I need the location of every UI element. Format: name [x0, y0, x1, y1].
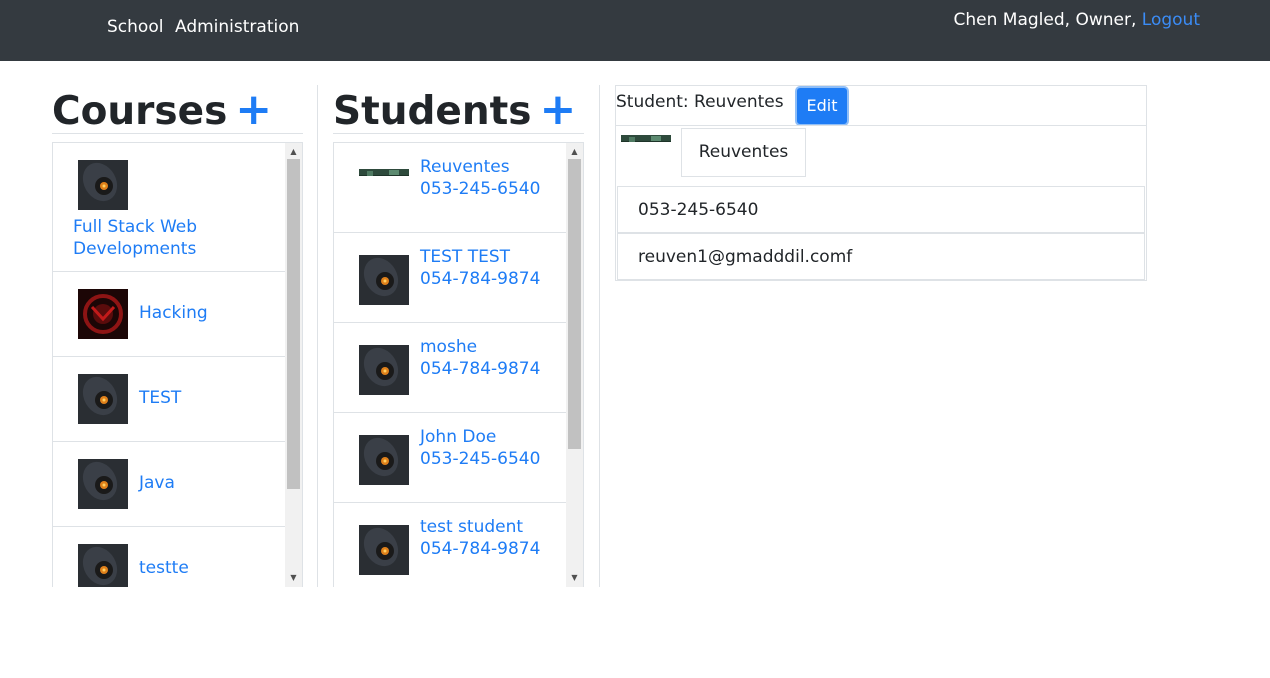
student-photo: [621, 131, 671, 142]
scroll-up-arrow-icon[interactable]: ▲: [566, 145, 583, 159]
course-item[interactable]: TEST: [53, 357, 285, 442]
student-phone[interactable]: 053-245-6540: [420, 448, 540, 470]
scroll-down-arrow-icon[interactable]: ▼: [285, 571, 302, 585]
scroll-up-arrow-icon[interactable]: ▲: [285, 145, 302, 159]
course-thumbnail: [78, 544, 128, 587]
student-thumbnail: [359, 435, 409, 485]
course-item[interactable]: testte: [53, 527, 285, 587]
detail-phone: 053-245-6540: [617, 186, 1145, 233]
user-text: Chen Magled, Owner,: [953, 10, 1137, 30]
nav-link-school[interactable]: School: [107, 17, 163, 37]
nav-link-administration[interactable]: Administration: [175, 17, 299, 37]
student-phone[interactable]: 054-784-9874: [420, 538, 540, 560]
student-name[interactable]: TEST TEST: [420, 246, 510, 268]
course-name[interactable]: Java: [139, 472, 175, 494]
course-thumbnail: [78, 289, 128, 339]
course-name[interactable]: testte: [139, 557, 189, 579]
student-item[interactable]: TEST TEST 054-784-9874: [334, 233, 566, 323]
column-divider: [599, 85, 600, 587]
detail-email: reuven1@gmadddil.comf: [617, 233, 1145, 280]
course-item[interactable]: Hacking: [53, 272, 285, 357]
courses-heading: Courses +: [52, 88, 272, 134]
course-name[interactable]: Hacking: [139, 302, 208, 324]
scroll-down-arrow-icon[interactable]: ▼: [566, 571, 583, 585]
course-item[interactable]: Java: [53, 442, 285, 527]
add-student-button[interactable]: +: [540, 84, 577, 135]
student-item[interactable]: test student 054-784-9874: [334, 503, 566, 587]
students-list[interactable]: Reuventes 053-245-6540 TEST TEST 054-784…: [333, 142, 584, 587]
scroll-thumb[interactable]: [568, 159, 581, 449]
courses-list[interactable]: Full Stack Web Developments Hacking TEST…: [52, 142, 303, 587]
students-heading: Students +: [333, 88, 576, 134]
student-thumbnail: [359, 255, 409, 305]
course-thumbnail: [78, 160, 128, 210]
course-name[interactable]: TEST: [139, 387, 181, 409]
student-item[interactable]: moshe 054-784-9874: [334, 323, 566, 413]
detail-title: Student: Reuventes: [616, 92, 784, 112]
student-thumbnail: [359, 165, 409, 176]
students-title: Students: [333, 89, 532, 134]
student-name[interactable]: moshe: [420, 336, 477, 358]
course-name[interactable]: Full Stack Web Developments: [73, 216, 273, 260]
courses-title: Courses: [52, 89, 228, 134]
student-thumbnail: [359, 525, 409, 575]
course-thumbnail: [78, 374, 128, 424]
student-item[interactable]: Reuventes 053-245-6540: [334, 143, 566, 233]
detail-divider: [616, 125, 1146, 126]
student-detail-card: Student: Reuventes Edit Reuventes 053-24…: [615, 85, 1147, 281]
student-phone[interactable]: 054-784-9874: [420, 268, 540, 290]
students-heading-divider: [333, 133, 584, 134]
course-item[interactable]: Full Stack Web Developments: [53, 143, 285, 272]
student-phone[interactable]: 054-784-9874: [420, 358, 540, 380]
column-divider: [317, 85, 318, 587]
student-phone[interactable]: 053-245-6540: [420, 178, 540, 200]
scroll-thumb[interactable]: [287, 159, 300, 489]
student-thumbnail: [359, 345, 409, 395]
detail-name: Reuventes: [681, 128, 806, 177]
student-name[interactable]: John Doe: [420, 426, 496, 448]
top-navbar: School Administration Chen Magled, Owner…: [0, 0, 1270, 61]
edit-button[interactable]: Edit: [795, 86, 849, 126]
students-scrollbar[interactable]: ▲ ▼: [566, 143, 583, 587]
courses-scrollbar[interactable]: ▲ ▼: [285, 143, 302, 587]
course-thumbnail: [78, 459, 128, 509]
student-name[interactable]: Reuventes: [420, 156, 510, 178]
add-course-button[interactable]: +: [235, 84, 272, 135]
courses-heading-divider: [52, 133, 303, 134]
logout-link[interactable]: Logout: [1142, 10, 1200, 30]
student-item[interactable]: John Doe 053-245-6540: [334, 413, 566, 503]
student-name[interactable]: test student: [420, 516, 523, 538]
user-info: Chen Magled, Owner, Logout: [954, 10, 1200, 30]
